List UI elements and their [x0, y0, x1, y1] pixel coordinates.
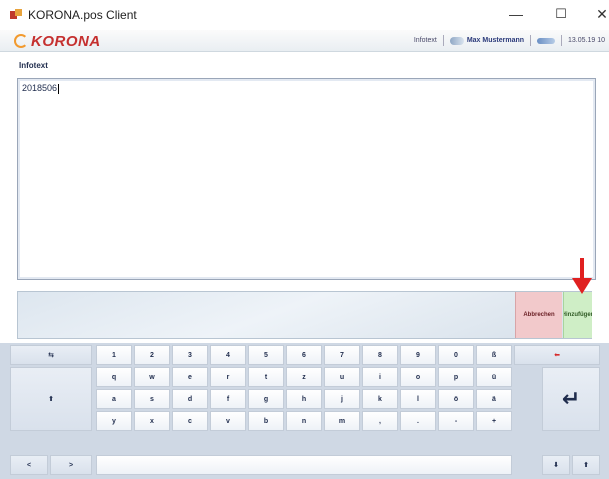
app-header: KORONA Infotext Max Mustermann 13.05.19 … — [0, 30, 609, 52]
key-row2-0[interactable]: q — [96, 367, 132, 387]
app-icon — [10, 9, 22, 21]
logo-ring-icon — [14, 34, 28, 48]
key-row2-5[interactable]: z — [286, 367, 322, 387]
key-row2-10[interactable]: ü — [476, 367, 512, 387]
key-row3-8[interactable]: l — [400, 389, 436, 409]
minimize-button[interactable]: — — [506, 6, 526, 22]
key-row4-7[interactable]: , — [362, 411, 398, 431]
add-button[interactable]: Hinzufügen — [563, 292, 592, 338]
key-row4-0[interactable]: y — [96, 411, 132, 431]
red-arrow-icon — [572, 258, 592, 294]
user-icon — [449, 36, 464, 45]
key-row3-7[interactable]: k — [362, 389, 398, 409]
key-row1-9[interactable]: 0 — [438, 345, 474, 365]
onscreen-keyboard: 1234567890ß qwertzuiopü asdfghjklöä yxcvbnm… — [0, 343, 609, 479]
backspace-key[interactable]: ⬅ — [514, 345, 600, 365]
cancel-button[interactable]: Abbrechen — [515, 292, 562, 338]
tab-key[interactable]: ⇆ — [10, 345, 92, 365]
key-row3-5[interactable]: h — [286, 389, 322, 409]
section-label: Infotext — [413, 37, 437, 44]
key-row1-10[interactable]: ß — [476, 345, 512, 365]
user-name: Max Mustermann — [466, 37, 525, 44]
key-row4-5[interactable]: n — [286, 411, 322, 431]
key-row2-4[interactable]: t — [248, 367, 284, 387]
key-row4-2[interactable]: c — [172, 411, 208, 431]
key-row2-7[interactable]: i — [362, 367, 398, 387]
key-row2-9[interactable]: p — [438, 367, 474, 387]
close-button[interactable]: ✕ — [592, 6, 609, 23]
maximize-button[interactable]: ☐ — [551, 6, 571, 22]
key-row3-3[interactable]: f — [210, 389, 246, 409]
key-row4-6[interactable]: m — [324, 411, 360, 431]
up-key[interactable]: ⬆ — [572, 455, 600, 475]
key-row1-1[interactable]: 2 — [134, 345, 170, 365]
key-row4-9[interactable]: - — [438, 411, 474, 431]
key-row1-7[interactable]: 8 — [362, 345, 398, 365]
key-row1-6[interactable]: 7 — [324, 345, 360, 365]
key-row4-8[interactable]: . — [400, 411, 436, 431]
key-row1-2[interactable]: 3 — [172, 345, 208, 365]
date-display: 13.05.19 10 — [568, 37, 605, 44]
nav-left-key[interactable]: < — [10, 455, 48, 475]
enter-key[interactable]: ↵ — [542, 367, 600, 431]
key-row3-1[interactable]: s — [134, 389, 170, 409]
infotext-value: 2018506 — [22, 83, 58, 93]
key-row1-8[interactable]: 9 — [400, 345, 436, 365]
key-row4-10[interactable]: + — [476, 411, 512, 431]
key-row2-8[interactable]: o — [400, 367, 436, 387]
action-bar — [17, 291, 592, 339]
key-row2-1[interactable]: w — [134, 367, 170, 387]
down-key[interactable]: ⬇ — [542, 455, 570, 475]
key-row4-1[interactable]: x — [134, 411, 170, 431]
shift-key[interactable]: ⬆ — [10, 367, 92, 431]
key-row3-6[interactable]: j — [324, 389, 360, 409]
window-title: KORONA.pos Client — [28, 8, 137, 22]
key-row4-4[interactable]: b — [248, 411, 284, 431]
key-row2-3[interactable]: r — [210, 367, 246, 387]
infotext-label: Infotext — [19, 61, 48, 70]
key-row1-3[interactable]: 4 — [210, 345, 246, 365]
key-row4-3[interactable]: v — [210, 411, 246, 431]
key-row3-2[interactable]: d — [172, 389, 208, 409]
key-row3-0[interactable]: a — [96, 389, 132, 409]
key-row3-9[interactable]: ö — [438, 389, 474, 409]
korona-logo: KORONA — [14, 33, 101, 50]
space-key[interactable] — [96, 455, 512, 475]
connection-icon — [537, 37, 556, 44]
key-row3-4[interactable]: g — [248, 389, 284, 409]
infotext-input[interactable]: 2018506 — [17, 78, 596, 280]
key-row1-5[interactable]: 6 — [286, 345, 322, 365]
key-row2-2[interactable]: e — [172, 367, 208, 387]
window-titlebar: KORONA.pos Client — ☐ ✕ — [0, 0, 609, 30]
nav-right-key[interactable]: > — [50, 455, 92, 475]
key-row3-10[interactable]: ä — [476, 389, 512, 409]
header-status: Infotext Max Mustermann 13.05.19 10 — [414, 35, 605, 46]
key-row1-4[interactable]: 5 — [248, 345, 284, 365]
key-row2-6[interactable]: u — [324, 367, 360, 387]
key-row1-0[interactable]: 1 — [96, 345, 132, 365]
text-caret — [58, 83, 60, 94]
